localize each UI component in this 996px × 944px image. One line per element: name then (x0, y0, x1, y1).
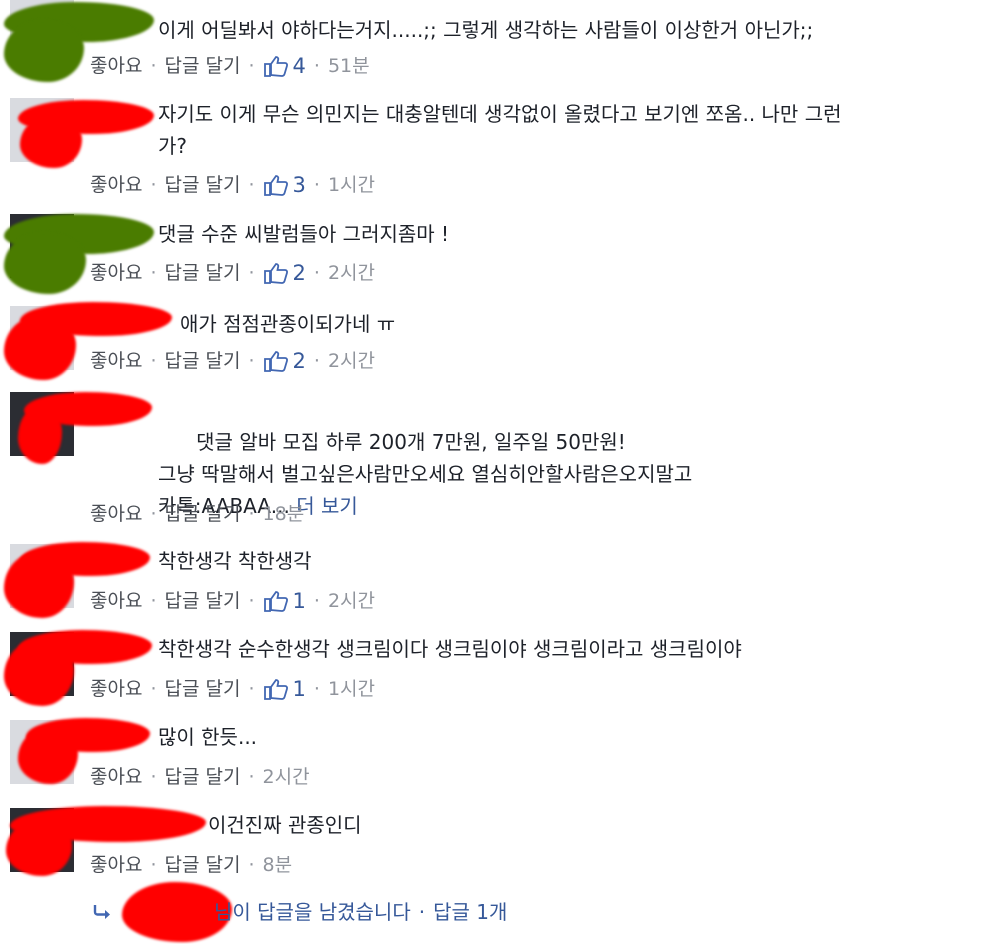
like-button[interactable]: 좋아요 (90, 349, 142, 373)
separator: · (313, 350, 320, 372)
redaction-scribble (4, 20, 84, 82)
like-button[interactable]: 좋아요 (90, 853, 142, 877)
separator: · (248, 678, 255, 700)
like-button[interactable]: 좋아요 (90, 502, 142, 526)
reply-count-link[interactable]: 답글 1개 (433, 896, 507, 928)
separator: · (313, 55, 320, 77)
separator: · (150, 766, 157, 788)
separator: · (313, 678, 320, 700)
comment-actions: 좋아요 · 답글 달기 · 1 · 1시간 (90, 677, 375, 701)
thumbs-up-icon[interactable] (263, 350, 289, 372)
comment-text: 애가 점점관종이되가네 ㅠ (180, 312, 396, 336)
separator: · (150, 503, 157, 525)
like-button[interactable]: 좋아요 (90, 261, 142, 285)
redaction-scribble (4, 640, 74, 706)
see-more-link[interactable]: 더 보기 (296, 494, 358, 518)
separator: · (150, 174, 157, 196)
like-count[interactable]: 4 (293, 54, 306, 78)
thumbs-up-icon[interactable] (263, 262, 289, 284)
reply-button[interactable]: 답글 달기 (165, 589, 241, 613)
comment-text: 많이 한듯... (158, 725, 258, 749)
comment-text: 댓글 수준 씨발럼들아 그러지좀마 ! (158, 222, 450, 246)
like-button[interactable]: 좋아요 (90, 589, 142, 613)
separator: · (248, 55, 255, 77)
separator: · (150, 678, 157, 700)
reply-button[interactable]: 답글 달기 (165, 502, 241, 526)
comment-text: 착한생각 착한생각 (158, 549, 312, 573)
comment-actions: 좋아요 · 답글 달기 · 2 · 2시간 (90, 349, 375, 373)
comment-actions: 좋아요 · 답글 달기 · 8분 (90, 853, 292, 877)
reply-summary-text[interactable]: 님이 답글을 남겼습니다 (214, 896, 411, 928)
separator: · (150, 262, 157, 284)
timestamp[interactable]: 18분 (263, 502, 305, 526)
timestamp[interactable]: 2시간 (328, 349, 375, 373)
like-button[interactable]: 좋아요 (90, 677, 142, 701)
reply-button[interactable]: 답글 달기 (165, 853, 241, 877)
reply-button[interactable]: 답글 달기 (165, 173, 241, 197)
redaction-scribble (4, 316, 76, 380)
like-button[interactable]: 좋아요 (90, 765, 142, 789)
timestamp[interactable]: 2시간 (263, 765, 310, 789)
separator: · (248, 766, 255, 788)
timestamp[interactable]: 1시간 (328, 677, 375, 701)
separator: · (313, 590, 320, 612)
separator: · (248, 174, 255, 196)
timestamp[interactable]: 1시간 (328, 173, 375, 197)
like-count[interactable]: 2 (293, 261, 306, 285)
like-button[interactable]: 좋아요 (90, 173, 142, 197)
separator: · (313, 262, 320, 284)
comment-text: 자기도 이게 무슨 의민지는 대충알텐데 생각없이 올렸다고 보기엔 쪼옴.. … (158, 102, 842, 158)
timestamp[interactable]: 2시간 (328, 589, 375, 613)
separator: · (248, 590, 255, 612)
redaction-scribble (6, 820, 72, 876)
comment-actions: 좋아요 · 답글 달기 · 2시간 (90, 765, 310, 789)
separator: · (150, 854, 157, 876)
thumbs-up-icon[interactable] (263, 678, 289, 700)
separator: · (248, 262, 255, 284)
comment-text: 이게 어딜봐서 야하다는거지.....;; 그렇게 생각하는 사람들이 이상한거… (158, 18, 814, 42)
thumbs-up-icon[interactable] (263, 174, 289, 196)
timestamp[interactable]: 2시간 (328, 261, 375, 285)
reply-button[interactable]: 답글 달기 (165, 349, 241, 373)
separator: · (150, 350, 157, 372)
comment-actions: 좋아요 · 답글 달기 · 1 · 2시간 (90, 589, 375, 613)
comment-text: 댓글 알바 모집 하루 200개 7만원, 일주일 50만원! 그냥 딱말해서 … (158, 394, 936, 554)
replies-summary[interactable]: 님이 답글을 남겼습니다 · 답글 1개 (92, 896, 507, 928)
timestamp[interactable]: 8분 (263, 853, 293, 877)
like-count[interactable]: 2 (293, 349, 306, 373)
reply-arrow-icon (93, 905, 110, 919)
reply-button[interactable]: 답글 달기 (165, 677, 241, 701)
comment-actions: 좋아요 · 답글 달기 · 4 · 51분 (90, 54, 370, 78)
separator: · (248, 350, 255, 372)
reply-button[interactable]: 답글 달기 (165, 765, 241, 789)
thumbs-up-icon[interactable] (263, 590, 289, 612)
comment-actions: 좋아요 · 답글 달기 · 3 · 1시간 (90, 173, 375, 197)
like-count[interactable]: 3 (293, 173, 306, 197)
comment-actions: 좋아요 · 답글 달기 · 18분 (90, 502, 304, 526)
like-button[interactable]: 좋아요 (90, 54, 142, 78)
comment-actions: 좋아요 · 답글 달기 · 2 · 2시간 (90, 261, 375, 285)
separator: · (150, 590, 157, 612)
reply-button[interactable]: 답글 달기 (165, 261, 241, 285)
reply-button[interactable]: 답글 달기 (165, 54, 241, 78)
redaction-scribble (4, 232, 86, 294)
like-count[interactable]: 1 (293, 677, 306, 701)
redaction-scribble (18, 406, 62, 464)
separator: · (248, 854, 255, 876)
redaction-scribble (18, 728, 78, 784)
like-count[interactable]: 1 (293, 589, 306, 613)
separator: · (150, 55, 157, 77)
thumbs-up-icon[interactable] (263, 55, 289, 77)
separator: · (313, 174, 320, 196)
comment-text: 이건진짜 관종인디 (208, 813, 362, 837)
redaction-scribble (20, 116, 82, 168)
comment-text: 착한생각 순수한생각 생크림이다 생크림이야 생크림이라고 생크림이야 (158, 637, 742, 661)
separator: · (248, 503, 255, 525)
separator: · (418, 900, 426, 924)
comment-list: 이게 어딜봐서 야하다는거지.....;; 그렇게 생각하는 사람들이 이상한거… (0, 0, 996, 944)
timestamp[interactable]: 51분 (328, 54, 370, 78)
redaction-scribble (4, 552, 74, 618)
